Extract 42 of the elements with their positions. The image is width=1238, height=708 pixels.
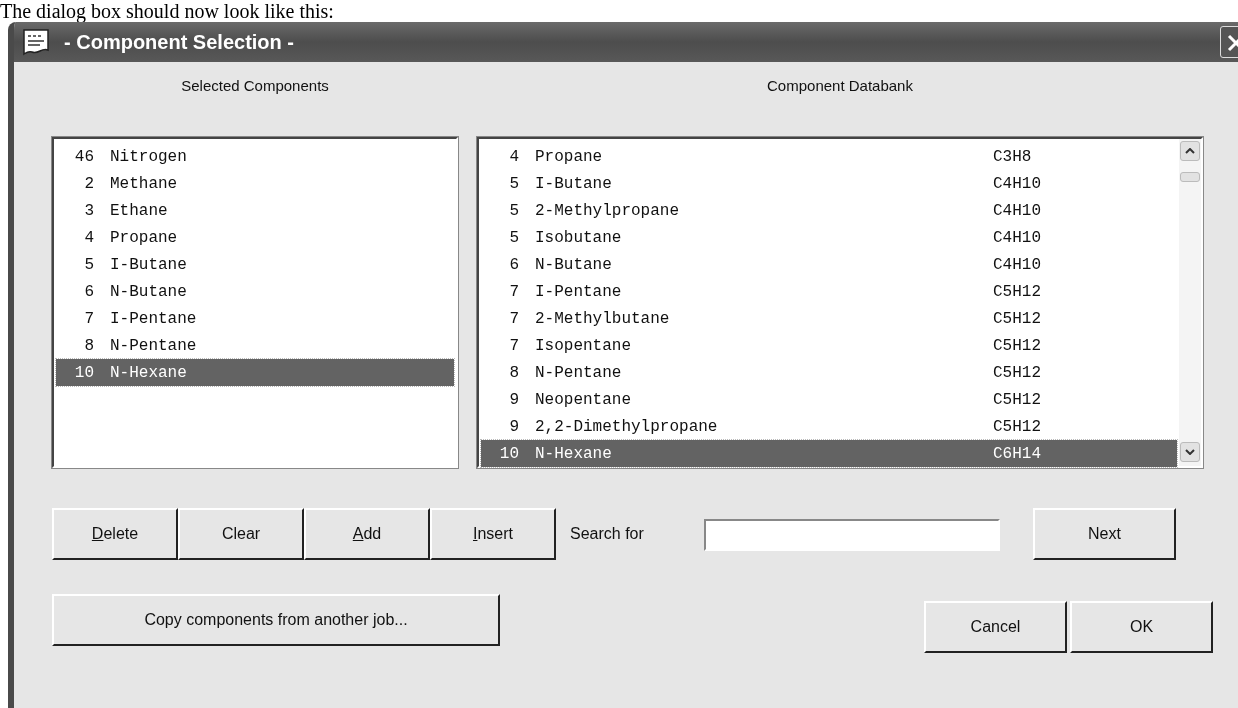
list-row[interactable]: 8 N-Pentane bbox=[56, 332, 454, 359]
scroll-thumb[interactable] bbox=[1180, 172, 1200, 182]
list-row[interactable]: 5 I-Butane C4H10 bbox=[481, 170, 1177, 197]
dialog-button[interactable]: OK bbox=[1070, 601, 1213, 653]
list-row[interactable]: 5 2-Methylpropane C4H10 bbox=[481, 197, 1177, 224]
list-row[interactable]: 4 Propane bbox=[56, 224, 454, 251]
list-row[interactable]: 5 I-Butane bbox=[56, 251, 454, 278]
search-field[interactable] bbox=[704, 519, 1000, 551]
window-title: - Component Selection - bbox=[64, 30, 294, 55]
selected-components-list[interactable]: 46 Nitrogen 2 Methane 3 Ethane 4 Propane 5 I-Butane 6 N-Butane 7 I-Pentane 8 N-Pentane 10 N-Hexane bbox=[52, 137, 458, 468]
list-heading: Component Databank bbox=[767, 77, 913, 94]
list-row[interactable]: 46 Nitrogen bbox=[56, 143, 454, 170]
list-row[interactable]: 9 2,2-Dimethylpropane C5H12 bbox=[481, 413, 1177, 440]
caption: The dialog box should now look like this: bbox=[0, 0, 334, 22]
scroll-up-button[interactable] bbox=[1180, 141, 1200, 161]
document-icon bbox=[22, 28, 52, 56]
scrollbar[interactable] bbox=[1179, 139, 1201, 466]
list-row[interactable]: 3 Ethane bbox=[56, 197, 454, 224]
list-action-button[interactable]: Delete bbox=[52, 508, 178, 560]
list-row[interactable]: 7 I-Pentane C5H12 bbox=[481, 278, 1177, 305]
list-row[interactable]: 8 N-Pentane C5H12 bbox=[481, 359, 1177, 386]
list-action-button[interactable]: Clear bbox=[178, 508, 304, 560]
search-label: Search for bbox=[570, 524, 644, 544]
list-action-button[interactable]: Insert bbox=[430, 508, 556, 560]
list-row[interactable]: 5 Isobutane C4H10 bbox=[481, 224, 1177, 251]
list-row[interactable]: 7 Isopentane C5H12 bbox=[481, 332, 1177, 359]
list-row[interactable]: 7 2-Methylbutane C5H12 bbox=[481, 305, 1177, 332]
list-heading: Selected Components bbox=[181, 77, 329, 94]
list-row[interactable]: 4 Propane C3H8 bbox=[481, 143, 1177, 170]
list-row[interactable]: 10 N-Hexane bbox=[56, 359, 454, 386]
list-row[interactable]: 6 N-Butane C4H10 bbox=[481, 251, 1177, 278]
list-row[interactable]: 7 I-Pentane bbox=[56, 305, 454, 332]
list-row[interactable]: 2 Methane bbox=[56, 170, 454, 197]
copy-components-button[interactable]: Copy components from another job... bbox=[52, 594, 500, 646]
scroll-down-button[interactable] bbox=[1180, 442, 1200, 462]
list-action-button[interactable]: Add bbox=[304, 508, 430, 560]
next-button[interactable]: Next bbox=[1033, 508, 1176, 560]
list-row[interactable]: 10 N-Hexane C6H14 bbox=[481, 440, 1177, 467]
dialog-button[interactable]: Cancel bbox=[924, 601, 1067, 653]
list-row[interactable]: 6 N-Butane bbox=[56, 278, 454, 305]
list-row[interactable]: 9 Neopentane C5H12 bbox=[481, 386, 1177, 413]
component-databank-list[interactable] bbox=[477, 137, 1203, 468]
